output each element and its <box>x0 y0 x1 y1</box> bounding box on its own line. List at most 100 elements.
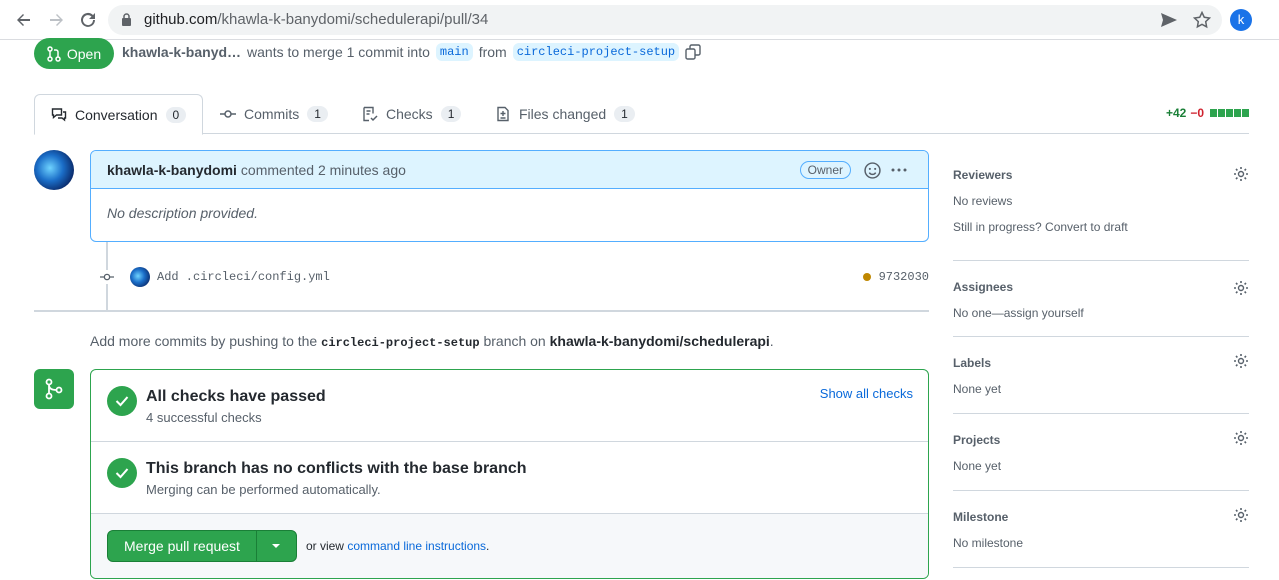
checks-section: All checks have passed 4 successful chec… <box>91 370 928 442</box>
check-circle-icon <box>107 386 137 416</box>
merge-actions: Merge pull request or view command line … <box>91 514 928 578</box>
tab-label: Files changed <box>519 106 607 122</box>
pr-state-badge: Open <box>34 38 114 69</box>
status-dot-icon[interactable] <box>862 273 871 281</box>
merge-text: wants to merge 1 commit into <box>247 44 430 60</box>
comment-timestamp[interactable]: commented 2 minutes ago <box>241 162 406 178</box>
sidebar-assignees: Assignees No one—assign yourself <box>953 261 1249 337</box>
push-note-prefix: Add more commits by pushing to the <box>90 333 318 349</box>
diff-additions: +42 <box>1165 106 1187 120</box>
commit-author-avatar[interactable] <box>130 267 150 287</box>
convert-to-draft-link[interactable]: Still in progress? Convert to draft <box>953 220 1249 234</box>
file-diff-icon <box>497 106 509 122</box>
commit-row: Add .circleci/config.yml 9732030 <box>130 266 929 288</box>
base-branch[interactable]: main <box>435 43 473 61</box>
commit-sha[interactable]: 9732030 <box>879 270 929 284</box>
conflicts-section: This branch has no conflicts with the ba… <box>91 442 928 514</box>
git-merge-icon <box>34 369 74 409</box>
owner-badge: Owner <box>799 161 851 179</box>
tab-counter: 1 <box>307 106 328 122</box>
pr-comment: khawla-k-banydomi commented 2 minutes ag… <box>90 150 929 242</box>
sidebar-title: Projects <box>953 433 1001 447</box>
tab-commits[interactable]: Commits 1 <box>220 94 328 134</box>
show-all-checks-link[interactable]: Show all checks <box>820 386 913 401</box>
url-text[interactable]: github.com/khawla-k-banydomi/schedulerap… <box>144 11 488 28</box>
checks-title: All checks have passed <box>146 388 326 405</box>
caret-down-icon <box>272 544 281 548</box>
kebab-menu-icon[interactable] <box>890 162 908 181</box>
comment-body: No description provided. <box>107 205 258 221</box>
timeline-divider <box>34 310 929 312</box>
merge-options-dropdown[interactable] <box>255 531 296 561</box>
author-avatar[interactable] <box>34 150 74 190</box>
send-icon[interactable] <box>1160 12 1178 31</box>
diffstat: +42 −0 <box>1166 106 1249 120</box>
sidebar-title: Reviewers <box>953 168 1013 182</box>
star-icon[interactable] <box>1192 10 1212 32</box>
push-note-suffix: . <box>769 333 774 349</box>
sidebar-value: No milestone <box>953 536 1024 550</box>
tab-conversation[interactable]: Conversation 0 <box>34 94 204 135</box>
gear-icon[interactable] <box>1233 280 1249 296</box>
conflicts-subtitle: Merging can be performed automatically. <box>146 482 381 497</box>
commit-icon <box>220 110 236 118</box>
browser-toolbar: github.com/khawla-k-banydomi/schedulerap… <box>0 0 1279 40</box>
comment-author[interactable]: khawla-k-banydomi <box>107 162 237 178</box>
back-arrow-icon[interactable] <box>12 8 36 32</box>
pr-tabs: Conversation 0 Commits 1 Checks 1 Files … <box>34 94 1249 135</box>
sidebar-title: Assignees <box>953 280 1014 294</box>
checks-subtitle: 4 successful checks <box>146 410 262 425</box>
push-note-middle: branch on <box>483 333 546 349</box>
diffstat-blocks <box>1210 109 1249 117</box>
check-circle-icon <box>107 458 137 488</box>
gear-icon[interactable] <box>1233 430 1249 446</box>
sidebar-value: None yet <box>953 459 1002 473</box>
merge-pull-request-button[interactable]: Merge pull request <box>108 531 256 561</box>
gear-icon[interactable] <box>1233 166 1249 182</box>
tab-checks[interactable]: Checks 1 <box>362 94 462 134</box>
from-text: from <box>478 44 507 60</box>
conflicts-title: This branch has no conflicts with the ba… <box>146 460 527 477</box>
pr-sidebar: Reviewers No reviews Still in progress? … <box>953 150 1249 568</box>
comment-discussion-icon <box>51 107 67 121</box>
tab-label: Checks <box>386 106 433 122</box>
push-note: Add more commits by pushing to the circl… <box>90 333 774 350</box>
commit-node-icon <box>100 270 114 284</box>
comment-header: khawla-k-banydomi commented 2 minutes ag… <box>91 151 928 189</box>
assign-yourself-link[interactable]: No one—assign yourself <box>953 306 1249 320</box>
reload-icon[interactable] <box>76 8 100 32</box>
tab-counter: 0 <box>165 106 187 123</box>
tab-label: Conversation <box>75 106 158 123</box>
sidebar-milestone: Milestone No milestone <box>953 491 1249 568</box>
lock-icon <box>121 13 132 29</box>
tab-files-changed[interactable]: Files changed 1 <box>495 94 635 134</box>
pull-request-icon <box>47 45 61 62</box>
pr-state-label: Open <box>66 45 102 62</box>
pr-author[interactable]: khawla-k-banyd… <box>122 44 241 60</box>
sidebar-value: No reviews <box>953 194 1013 208</box>
smiley-icon[interactable] <box>864 162 881 182</box>
sidebar-title: Milestone <box>953 510 1009 524</box>
head-branch[interactable]: circleci-project-setup <box>512 43 680 61</box>
or-view-label: or view <box>305 539 344 553</box>
tab-label: Commits <box>244 106 300 122</box>
push-note-branch: circleci-project-setup <box>321 336 480 350</box>
copy-icon[interactable] <box>685 44 701 60</box>
merge-button-group: Merge pull request <box>107 530 297 562</box>
pr-meta: khawla-k-banyd… wants to merge 1 commit … <box>122 43 701 61</box>
sidebar-value: None yet <box>953 382 1002 396</box>
sidebar-reviewers: Reviewers No reviews Still in progress? … <box>953 150 1249 261</box>
gear-icon[interactable] <box>1233 507 1249 523</box>
commit-message[interactable]: Add .circleci/config.yml <box>157 270 330 284</box>
forward-arrow-icon[interactable] <box>44 8 68 32</box>
or-view-suffix: . <box>486 539 490 553</box>
sidebar-labels: Labels None yet <box>953 337 1249 414</box>
gear-icon[interactable] <box>1233 353 1249 369</box>
or-view-text: or view command line instructions. <box>306 539 489 553</box>
checklist-icon <box>363 106 378 122</box>
push-note-repo: khawla-k-banydomi/schedulerapi <box>549 333 770 349</box>
command-line-instructions-link[interactable]: command line instructions <box>347 539 486 553</box>
profile-avatar[interactable]: k <box>1230 9 1252 31</box>
tab-counter: 1 <box>614 106 635 122</box>
diff-deletions: −0 <box>1190 106 1204 120</box>
